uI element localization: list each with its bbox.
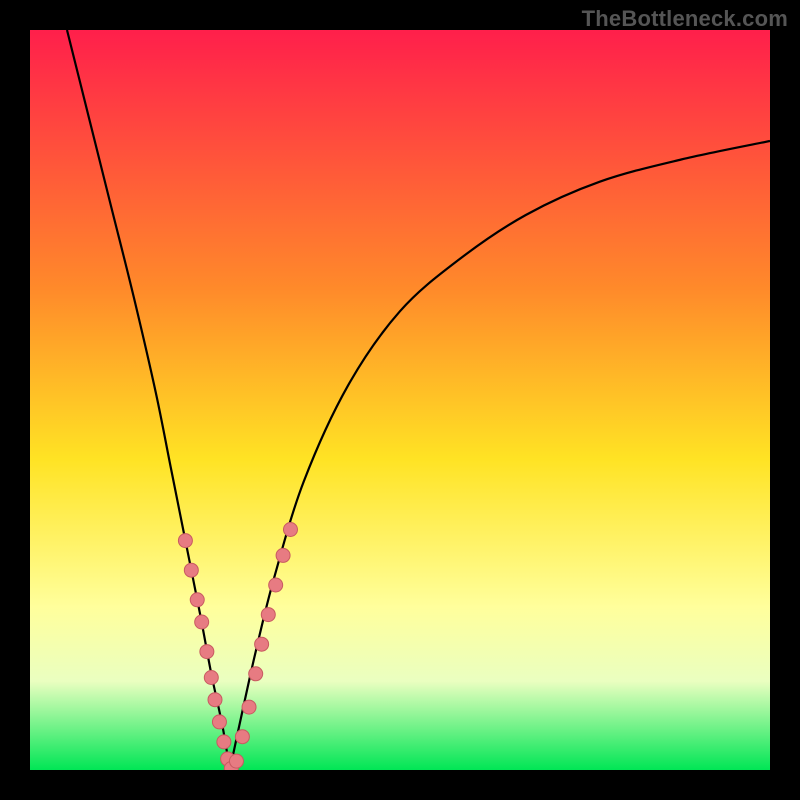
data-marker [178,534,192,548]
data-marker [261,608,275,622]
data-marker [242,700,256,714]
data-marker [208,693,222,707]
data-marker [249,667,263,681]
data-marker [184,563,198,577]
data-marker [204,671,218,685]
data-marker [190,593,204,607]
data-marker [276,548,290,562]
data-marker [195,615,209,629]
data-marker [255,637,269,651]
data-marker [235,730,249,744]
data-marker [229,754,243,768]
chart-svg [30,30,770,770]
data-marker [200,645,214,659]
gradient-background [30,30,770,770]
chart-frame: TheBottleneck.com [0,0,800,800]
data-marker [217,735,231,749]
data-marker [269,578,283,592]
data-marker [212,715,226,729]
watermark-text: TheBottleneck.com [582,6,788,32]
plot-area [30,30,770,770]
data-marker [283,523,297,537]
